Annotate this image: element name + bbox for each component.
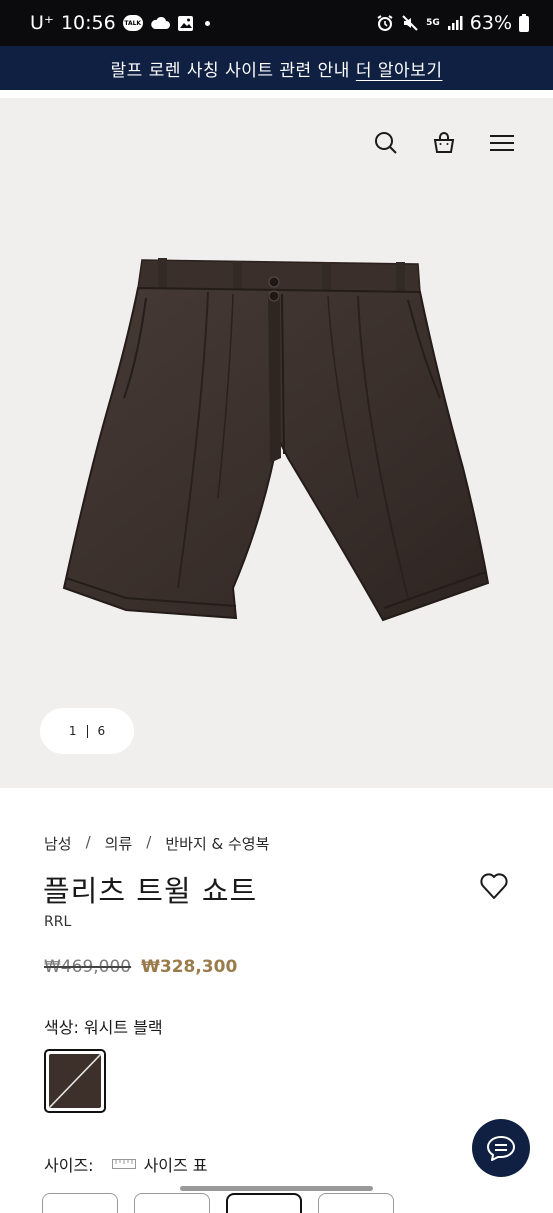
menu-button[interactable] [489,130,515,156]
network-type-label: 5G [426,18,440,28]
cloud-icon [150,16,170,30]
size-guide-link[interactable]: 사이즈 표 [111,1152,208,1176]
pager-divider [86,724,88,738]
search-icon [375,132,397,154]
battery-icon [519,14,529,32]
notification-dot-icon [204,20,210,26]
product-image[interactable] [58,258,494,626]
pager-current: 1 [68,724,77,738]
battery-percent: 63% [469,12,512,34]
breadcrumb-separator: / [85,833,91,851]
price-block: ₩469,000 ₩328,300 [44,957,237,977]
banner-learn-more-link[interactable]: 더 알아보기 [356,56,443,81]
wishlist-button[interactable] [479,872,509,900]
kakaotalk-icon: TALK [122,15,143,31]
original-price: ₩469,000 [44,957,132,977]
size-option[interactable] [134,1193,210,1213]
color-swatch-washed-black[interactable] [44,1049,106,1113]
talk-badge-label: TALK [122,15,143,31]
cart-button[interactable] [431,130,457,156]
announcement-banner: 랄프 로렌 사칭 사이트 관련 안내 더 알아보기 [0,46,553,90]
breadcrumb: 남성 / 의류 / 반바지 & 수영복 [44,833,269,854]
alarm-icon [376,14,394,32]
gallery-pager: 1 6 [40,708,134,754]
search-button[interactable] [373,130,399,156]
pager-total: 6 [97,724,106,738]
header-actions [373,130,515,156]
swatch-fill [49,1054,101,1108]
color-label: 색상: 워시트 블랙 [44,1018,163,1037]
hamburger-menu-icon [490,135,514,151]
chat-bubble-icon [487,1136,515,1161]
network-5g-icon: 5G [426,18,440,28]
chat-button[interactable] [472,1119,530,1177]
size-option[interactable] [42,1193,118,1213]
gallery-icon [177,15,194,32]
product-brand: RRL [44,914,72,930]
banner-divider [0,90,553,98]
ruler-icon [111,1159,136,1169]
heart-icon [480,873,508,899]
breadcrumb-shorts-swimwear[interactable]: 반바지 & 수영복 [165,833,269,854]
breadcrumb-men[interactable]: 남성 [44,833,72,854]
breadcrumb-clothing[interactable]: 의류 [105,833,133,854]
size-guide-label: 사이즈 표 [143,1156,208,1175]
banner-text: 랄프 로렌 사칭 사이트 관련 안내 [110,60,350,81]
status-bar: U⁺ 10:56 TALK 5G 63% [0,0,553,46]
shopping-bag-icon [433,132,455,153]
home-indicator [180,1186,373,1191]
signal-icon [447,15,463,31]
size-label: 사이즈: [44,1156,94,1175]
sale-price: ₩328,300 [141,957,238,977]
size-option[interactable] [318,1193,394,1213]
breadcrumb-separator: / [146,833,152,851]
size-options [42,1193,394,1213]
size-option-selected[interactable] [226,1193,302,1213]
mute-icon [401,14,419,32]
carrier-label: U⁺ [30,12,54,34]
clock: 10:56 [60,12,116,34]
selected-diagonal-icon [49,1054,101,1108]
size-row: 사이즈: 사이즈 표 [44,1152,208,1176]
product-title: 플리츠 트윌 쇼트 [43,874,258,908]
